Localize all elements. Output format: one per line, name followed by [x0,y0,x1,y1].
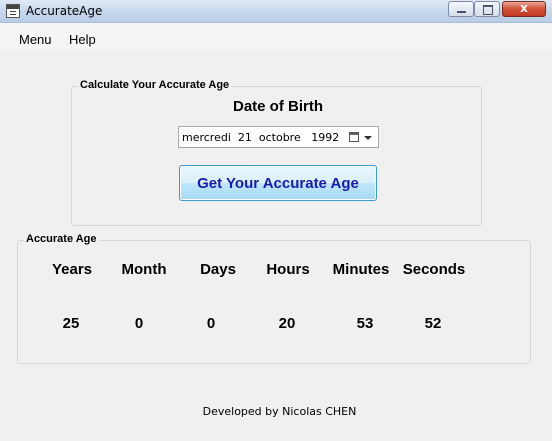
app-window: AccurateAge x Menu Help Calculate Your A… [0,0,552,441]
maximize-button[interactable] [474,1,500,17]
calendar-icon[interactable] [349,132,359,142]
month-header: Month [121,261,167,278]
seconds-value: 52 [424,315,442,332]
get-accurate-age-button[interactable]: Get Your Accurate Age [179,165,377,201]
chevron-down-icon[interactable] [364,136,372,140]
close-button[interactable]: x [502,1,546,17]
years-header: Years [51,261,93,278]
app-icon[interactable] [6,4,20,18]
close-icon: x [520,1,528,15]
seconds-header: Seconds [402,261,466,278]
minimize-button[interactable] [448,1,474,17]
date-of-birth-label: Date of Birth [233,98,323,115]
menu-item-menu[interactable]: Menu [19,32,52,47]
get-accurate-age-label: Get Your Accurate Age [197,175,359,192]
date-of-birth-picker[interactable]: mercredi 21 octobre 1992 [178,126,379,148]
menu-bar: Menu Help [0,23,552,51]
calculate-age-legend: Calculate Your Accurate Age [78,79,232,91]
hours-value: 20 [278,315,296,332]
date-of-birth-value[interactable]: mercredi 21 octobre 1992 [182,131,339,144]
title-bar[interactable]: AccurateAge x [0,0,552,23]
hours-header: Hours [266,261,310,278]
menu-item-help[interactable]: Help [69,32,96,47]
calculate-age-group: Calculate Your Accurate Age Date of Birt… [71,79,482,226]
month-value: 0 [134,315,144,332]
minutes-header: Minutes [332,261,390,278]
window-title: AccurateAge [26,4,103,18]
accurate-age-group: Accurate Age Years Month Days Hours Minu… [17,233,531,364]
days-header: Days [200,261,236,278]
accurate-age-legend: Accurate Age [24,233,99,245]
developer-credit: Developed by Nicolas CHEN [202,405,357,418]
days-value: 0 [206,315,216,332]
